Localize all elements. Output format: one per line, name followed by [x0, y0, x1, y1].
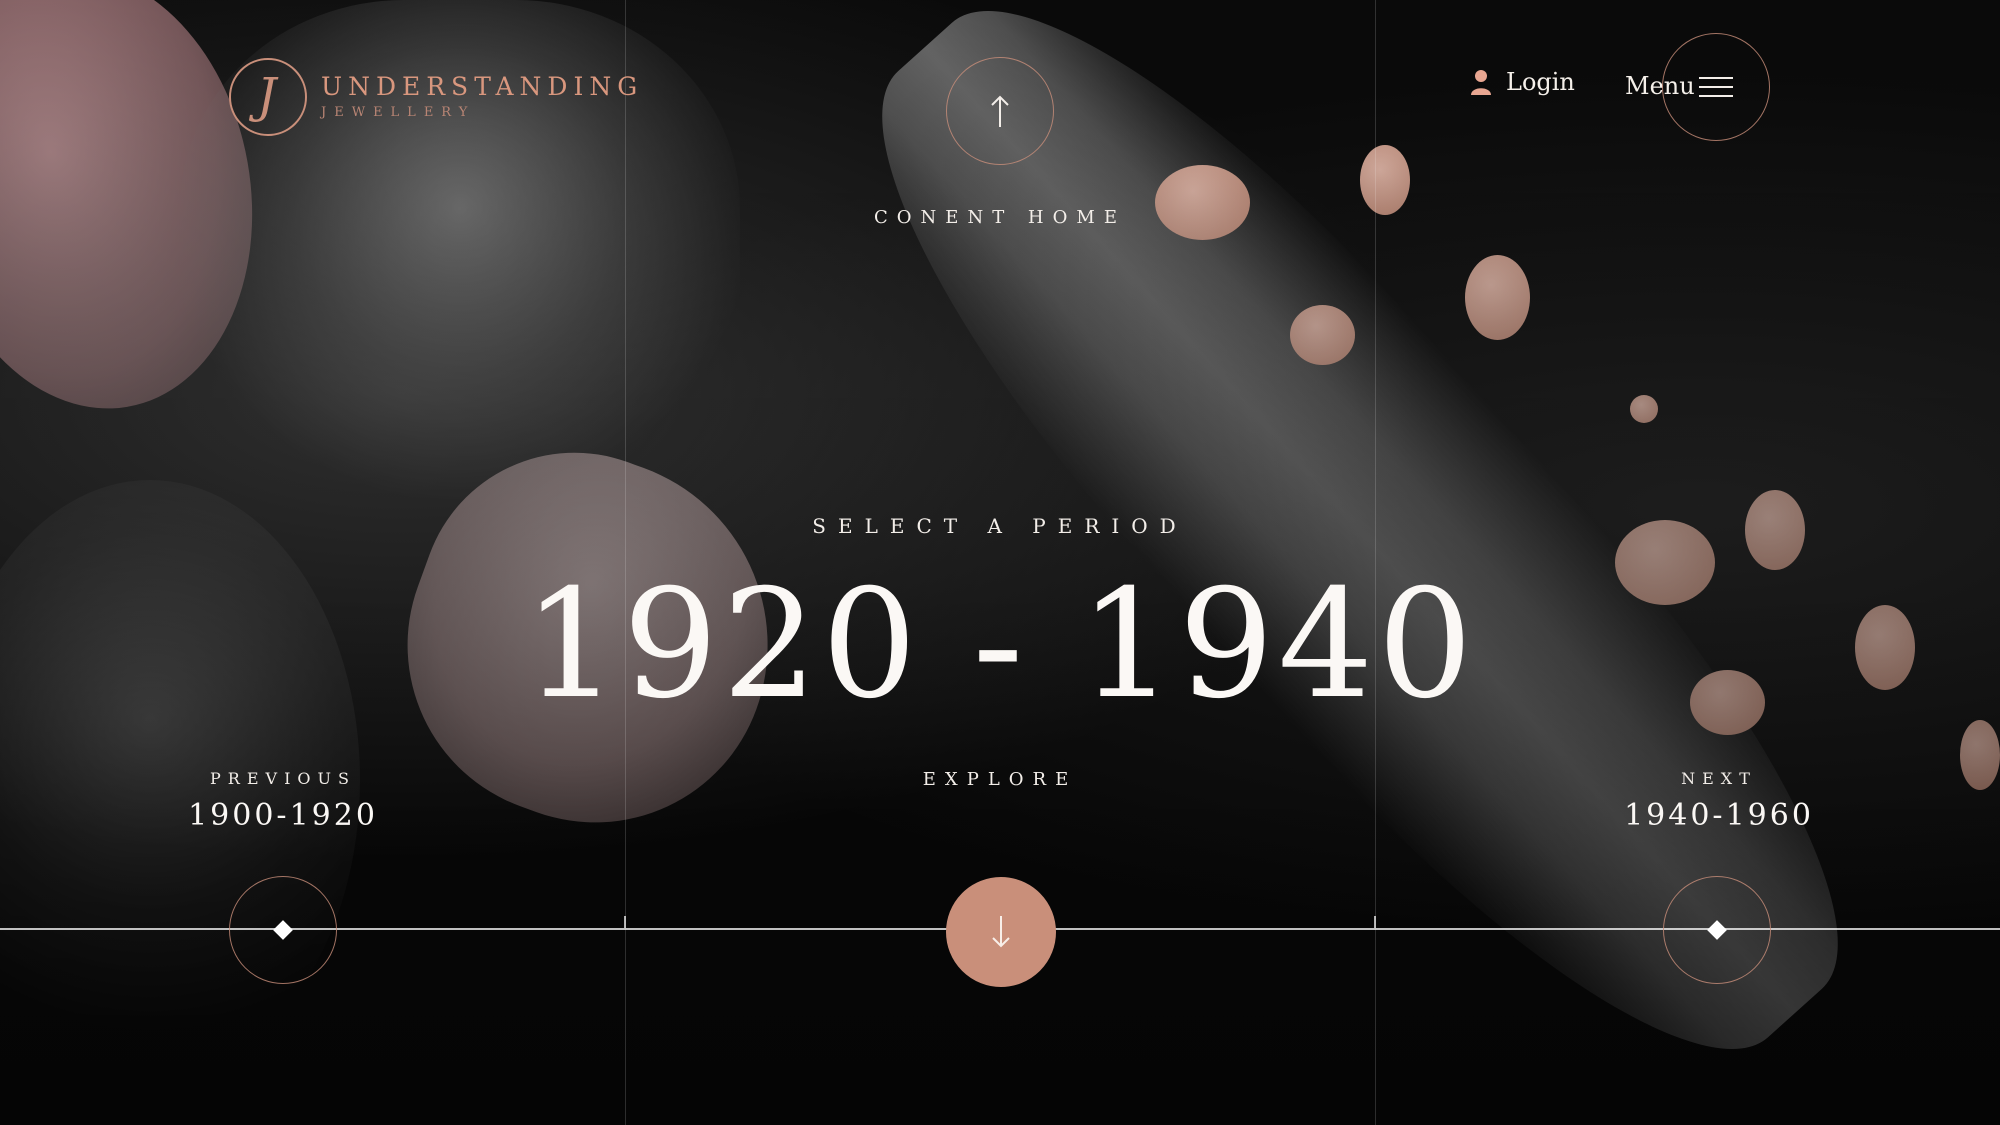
diamond-icon	[273, 920, 293, 940]
content-home-label[interactable]: CONENT HOME	[850, 207, 1150, 228]
logo-mark-letter: J	[257, 68, 277, 124]
diamond-icon	[1707, 920, 1727, 940]
hamburger-icon	[1699, 77, 1733, 97]
timeline-tick-right	[1374, 916, 1376, 928]
login-link[interactable]: Login	[1470, 68, 1575, 96]
next-period-button[interactable]	[1663, 876, 1771, 984]
explore-button[interactable]	[946, 877, 1056, 987]
next-period: 1940-1960	[1624, 798, 1814, 833]
next-period-link[interactable]: NEXT 1940-1960	[1569, 769, 1869, 833]
logo-subtitle: JEWELLERY	[321, 105, 476, 120]
previous-period-button[interactable]	[229, 876, 337, 984]
arrow-up-icon	[991, 95, 1009, 127]
period-title: 1920 - 1940	[523, 558, 1477, 732]
brand-logo[interactable]: J UNDERSTANDING JEWELLERY	[229, 58, 643, 136]
previous-label: PREVIOUS	[210, 769, 356, 788]
menu-button[interactable]	[1662, 33, 1770, 141]
previous-period-link[interactable]: PREVIOUS 1900-1920	[133, 769, 433, 833]
logo-mark: J	[229, 58, 307, 136]
previous-period: 1900-1920	[188, 798, 378, 833]
arrow-down-icon	[992, 916, 1010, 948]
logo-title: UNDERSTANDING	[321, 72, 644, 101]
login-label: Login	[1506, 68, 1575, 96]
content-home-button[interactable]	[946, 57, 1054, 165]
logo-text: UNDERSTANDING JEWELLERY	[321, 74, 643, 120]
timeline-tick-left	[624, 916, 626, 928]
explore-label[interactable]: EXPLORE	[850, 769, 1150, 790]
user-icon	[1471, 70, 1491, 95]
select-period-label: SELECT A PERIOD	[812, 514, 1188, 538]
next-label: NEXT	[1681, 769, 1757, 788]
